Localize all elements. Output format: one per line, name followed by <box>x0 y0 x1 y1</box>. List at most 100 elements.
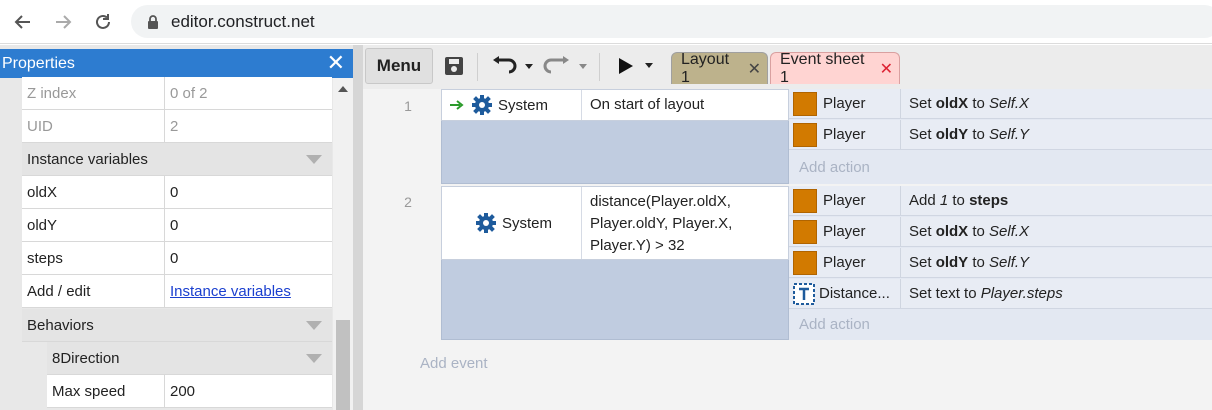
close-icon[interactable]: ✕ <box>748 59 761 79</box>
property-add-edit: Add / edit Instance variables <box>22 275 332 308</box>
browser-toolbar: editor.construct.net <box>0 0 1212 44</box>
action-row[interactable]: Player Add 1 to steps <box>789 186 1212 216</box>
section-label: Instance variables <box>27 150 148 168</box>
object-name: System <box>498 96 549 114</box>
property-value[interactable]: 200 <box>165 383 195 400</box>
properties-panel: Properties ✕ Z index 0 of 2 UID 2 Instan… <box>0 45 353 410</box>
redo-button[interactable] <box>543 53 587 79</box>
object-name: System <box>502 214 553 232</box>
panel-splitter[interactable] <box>353 45 363 410</box>
property-value: 0 of 2 <box>170 84 208 102</box>
condition-text: distance(Player.oldX, Player.oldY, Playe… <box>590 193 733 254</box>
action-text: Set oldX to Self.X <box>909 95 1030 112</box>
back-arrow-icon <box>14 15 30 29</box>
tab-layout-1[interactable]: Layout 1 ✕ <box>671 50 768 86</box>
action-text: Add 1 to steps <box>909 192 1009 209</box>
undo-icon <box>493 56 533 74</box>
action-object: Player <box>823 126 866 143</box>
chevron-down-icon[interactable] <box>306 354 322 363</box>
add-event-link[interactable]: Add event <box>420 355 488 372</box>
add-action-link[interactable]: Add action <box>799 159 870 176</box>
action-list: Player Set oldX to Self.X Player Set old… <box>789 89 1212 184</box>
action-text: Set text to Player.steps <box>909 285 1063 302</box>
text-object-icon <box>793 282 815 305</box>
property-value: 2 <box>170 117 179 135</box>
section-behaviors[interactable]: Behaviors <box>22 309 332 342</box>
tab-label: Layout 1 <box>681 50 730 86</box>
condition-text: On start of layout <box>590 96 705 113</box>
play-button[interactable] <box>615 53 657 79</box>
arrow-icon <box>450 100 464 110</box>
behavior-label: 8Direction <box>52 349 120 367</box>
action-row[interactable]: Player Set oldX to Self.X <box>789 89 1212 119</box>
property-name: steps <box>22 242 165 274</box>
event-condition[interactable]: System distance(Player.oldX, Player.oldY… <box>441 186 789 260</box>
instance-variables-link[interactable]: Instance variables <box>170 283 291 300</box>
scroll-up-icon[interactable] <box>338 86 348 92</box>
action-object: Player <box>823 192 866 209</box>
property-steps[interactable]: steps 0 <box>22 242 332 275</box>
player-icon <box>793 122 817 147</box>
property-value[interactable]: 0 <box>165 217 178 234</box>
action-row[interactable]: Player Set oldY to Self.Y <box>789 248 1212 278</box>
chevron-down-icon[interactable] <box>306 155 322 164</box>
player-icon <box>793 91 817 116</box>
property-name: oldY <box>22 209 165 241</box>
player-icon <box>793 219 817 244</box>
property-max-speed[interactable]: Max speed 200 <box>47 375 332 408</box>
tab-event-sheet-1[interactable]: Event sheet 1 ✕ <box>770 50 900 86</box>
condition-object: System <box>442 90 582 120</box>
close-icon[interactable]: ✕ <box>327 51 345 75</box>
behavior-8direction[interactable]: 8Direction <box>47 342 332 375</box>
play-icon <box>619 58 653 74</box>
section-instance-variables[interactable]: Instance variables <box>22 143 332 176</box>
gear-icon <box>476 213 496 233</box>
toolbar-divider <box>599 53 600 81</box>
add-action-link[interactable]: Add action <box>799 316 870 333</box>
player-icon <box>793 188 817 213</box>
properties-title: Properties <box>2 54 75 72</box>
save-icon <box>445 57 463 75</box>
menu-button[interactable]: Menu <box>365 48 433 84</box>
action-list: Player Add 1 to steps Player Set oldX to… <box>789 186 1212 340</box>
forward-button[interactable] <box>48 7 78 37</box>
property-oldy[interactable]: oldY 0 <box>22 209 332 242</box>
property-name: oldX <box>22 176 165 208</box>
property-value[interactable]: 0 <box>165 250 178 267</box>
property-name: UID <box>22 110 165 142</box>
scrollbar-thumb[interactable] <box>336 320 350 410</box>
action-object: Player <box>823 223 866 240</box>
event-number: 2 <box>404 194 412 210</box>
action-text: Set oldY to Self.Y <box>909 254 1030 271</box>
event-condition[interactable]: System On start of layout <box>441 89 789 121</box>
address-bar[interactable]: editor.construct.net <box>131 5 1212 38</box>
chevron-down-icon[interactable] <box>306 321 322 330</box>
gear-icon <box>472 95 492 115</box>
reload-icon <box>96 14 110 29</box>
redo-icon <box>543 56 587 74</box>
property-name: Max speed <box>47 375 165 407</box>
action-object: Player <box>823 95 866 112</box>
undo-button[interactable] <box>491 53 533 79</box>
property-uid: UID 2 <box>22 110 332 143</box>
forward-arrow-icon <box>56 15 72 29</box>
property-value[interactable]: 0 <box>165 184 178 201</box>
action-row[interactable]: Player Set oldX to Self.X <box>789 217 1212 247</box>
action-row[interactable]: Distance... Set text to Player.steps <box>789 279 1212 309</box>
action-object: Distance... <box>819 285 890 302</box>
editor-toolbar: Menu Layout 1 ✕ Event sheet 1 ✕ <box>363 45 1212 89</box>
save-button[interactable] <box>443 53 465 79</box>
section-label: Behaviors <box>27 316 94 334</box>
action-row[interactable]: Player Set oldY to Self.Y <box>789 120 1212 150</box>
property-name: Add / edit <box>22 275 165 307</box>
property-oldx[interactable]: oldX 0 <box>22 176 332 209</box>
action-object: Player <box>823 254 866 271</box>
event-sheet-editor: Menu Layout 1 ✕ Event sheet 1 ✕ 1 System… <box>363 45 1212 410</box>
close-icon[interactable]: ✕ <box>880 59 893 79</box>
lock-icon <box>148 14 158 29</box>
back-button[interactable] <box>8 7 38 37</box>
properties-body: Z index 0 of 2 UID 2 Instance variables … <box>0 77 353 410</box>
tab-label: Event sheet 1 <box>780 50 865 86</box>
reload-button[interactable] <box>88 7 118 37</box>
player-icon <box>793 250 817 275</box>
